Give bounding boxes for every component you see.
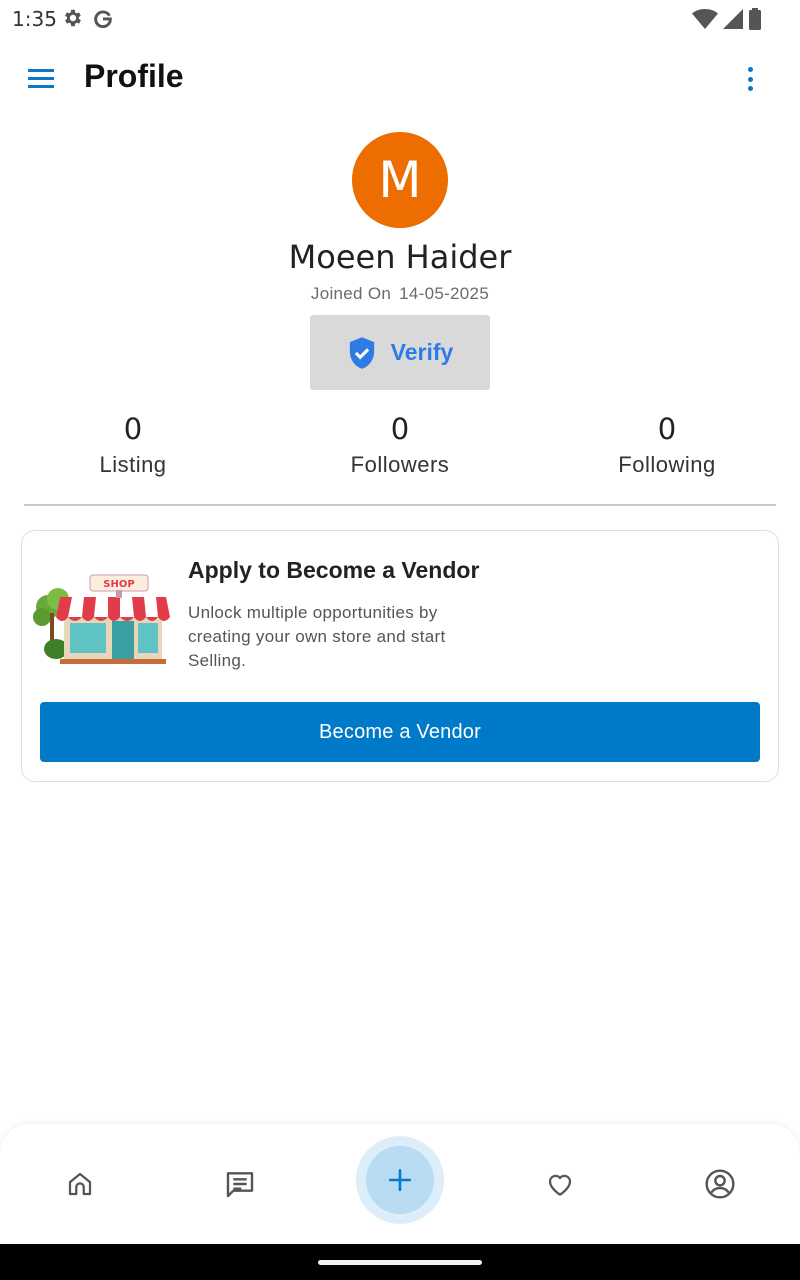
stat-label: Followers [350,452,450,477]
verify-button[interactable]: Verify [310,315,490,390]
heart-icon[interactable] [540,1164,580,1204]
stat-listing[interactable]: 0 Listing [33,408,233,478]
stat-label: Listing [99,452,167,477]
shop-illustration: SHOP [33,574,170,664]
stats-row: 0 Listing 0 Followers 0 Following [0,408,800,488]
stat-value: 0 [390,412,410,446]
stat-label: Following [618,452,716,477]
more-vert-icon[interactable] [740,64,760,94]
shield-check-icon [349,336,374,369]
home-icon[interactable] [60,1164,100,1204]
wifi-icon [692,9,718,29]
vendor-card: SHOP Apply to Become a Vendor Unlock mul… [21,530,779,782]
avatar: M [352,132,448,228]
become-vendor-button[interactable]: Become a Vendor [40,702,760,762]
page-title: Profile [84,58,184,94]
system-nav-bar [0,1244,800,1280]
joined-date: 14-05-2025 [399,284,490,303]
stat-value: 0 [123,412,143,446]
google-icon [94,10,112,29]
battery-icon [749,8,761,30]
status-time: 1:35 [12,7,57,31]
stat-followers[interactable]: 0 Followers [300,408,500,478]
stat-following[interactable]: 0 Following [567,408,767,478]
vendor-card-title: Apply to Become a Vendor [188,557,480,583]
bottom-nav [0,1124,800,1244]
status-bar: 1:35 [0,0,800,36]
settings-icon [65,9,81,27]
verify-label: Verify [390,339,454,365]
user-name: Moeen Haider [288,238,512,276]
app-bar: Profile [0,44,800,112]
divider [24,504,776,506]
home-gesture-pill[interactable] [318,1260,482,1265]
add-icon[interactable] [366,1146,434,1214]
signal-icon [723,9,743,29]
chat-icon[interactable] [220,1164,260,1204]
joined-date-row: Joined On 14-05-2025 [0,284,800,304]
stat-value: 0 [657,412,677,446]
hamburger-menu-icon[interactable] [26,66,58,92]
vendor-card-description: Unlock multiple opportunities by creatin… [188,603,446,670]
shop-sign: SHOP [103,579,134,590]
account-circle-icon[interactable] [700,1164,740,1204]
joined-label: Joined On [310,284,392,303]
